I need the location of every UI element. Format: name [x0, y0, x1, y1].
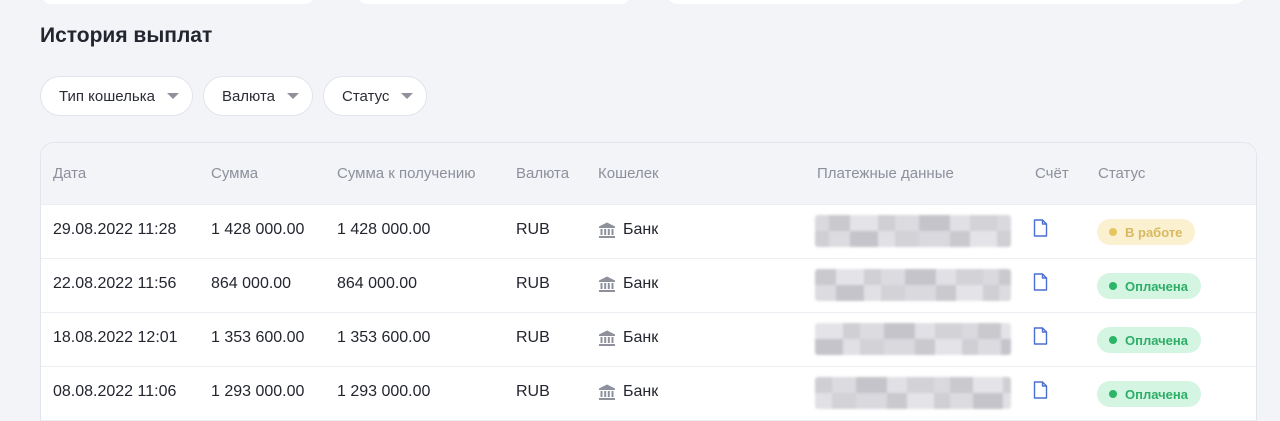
cell-date: 18.08.2022 12:01: [53, 329, 178, 346]
table-row[interactable]: 29.08.2022 11:28 1 428 000.00 1 428 000.00…: [41, 205, 1256, 259]
status-dot-icon: [1109, 228, 1117, 236]
document-icon[interactable]: [1033, 381, 1048, 399]
cell-date: 22.08.2022 11:56: [53, 275, 177, 292]
column-header-currency[interactable]: Валюта: [516, 165, 569, 182]
cell-amount: 1 353 600.00: [211, 329, 305, 346]
filter-wallet-type[interactable]: Тип кошелька: [40, 76, 193, 116]
cell-amount-received: 1 293 000.00: [337, 383, 431, 400]
cell-amount: 1 428 000.00: [211, 221, 305, 238]
page-title: История выплат: [40, 24, 213, 47]
bank-icon: [599, 276, 615, 292]
table-row[interactable]: 08.08.2022 11:06 1 293 000.00 1 293 000.00…: [41, 367, 1256, 421]
cell-currency: RUB: [516, 221, 550, 238]
top-cards-strip: [0, 0, 1280, 8]
caret-down-icon: [166, 93, 179, 99]
column-header-payment-data[interactable]: Платежные данные: [817, 165, 954, 182]
caret-down-icon: [287, 93, 300, 99]
cell-date: 08.08.2022 11:06: [53, 383, 177, 400]
payouts-table: Дата Сумма Сумма к получению Валюта Коше…: [40, 142, 1257, 421]
cell-wallet: Банк: [598, 221, 658, 239]
wallet-label: Банк: [623, 221, 659, 238]
caret-down-icon: [401, 93, 414, 99]
document-icon[interactable]: [1033, 219, 1048, 237]
status-label: Оплачена: [1125, 332, 1188, 348]
wallet-label: Банк: [623, 383, 659, 400]
cell-amount: 864 000.00: [211, 275, 292, 292]
status-label: Оплачена: [1125, 386, 1188, 402]
filter-label: Тип кошелька: [59, 87, 155, 105]
filter-label: Статус: [342, 87, 390, 105]
status-dot-icon: [1109, 282, 1117, 290]
filter-status[interactable]: Статус: [323, 76, 428, 116]
table-row[interactable]: 22.08.2022 11:56 864 000.00 864 000.00 RUB Б…: [41, 259, 1256, 313]
document-icon[interactable]: [1033, 327, 1048, 345]
payment-data-redacted: [815, 269, 1011, 301]
column-header-status[interactable]: Статус: [1098, 165, 1145, 182]
filter-label: Валюта: [221, 87, 276, 105]
cell-wallet: Банк: [598, 383, 658, 401]
cell-wallet: Банк: [598, 275, 658, 293]
table-header: Дата Сумма Сумма к получению Валюта Коше…: [41, 143, 1256, 205]
status-badge: Оплачена: [1097, 273, 1201, 299]
bank-icon: [599, 222, 615, 238]
status-dot-icon: [1109, 390, 1117, 398]
cell-amount-received: 1 428 000.00: [337, 221, 431, 238]
payment-data-redacted: [815, 323, 1011, 355]
cell-currency: RUB: [516, 329, 550, 346]
filter-bar: Тип кошелька Валюта Статус: [40, 76, 428, 116]
filter-currency[interactable]: Валюта: [202, 76, 314, 116]
bank-icon: [599, 384, 615, 400]
column-header-invoice[interactable]: Счёт: [1035, 165, 1069, 182]
column-header-wallet[interactable]: Кошелек: [598, 165, 659, 182]
cell-amount-received: 864 000.00: [337, 275, 418, 292]
status-label: Оплачена: [1125, 278, 1188, 294]
payment-data-redacted: [815, 215, 1011, 247]
cell-date: 29.08.2022 11:28: [53, 221, 177, 238]
wallet-label: Банк: [623, 329, 659, 346]
cell-amount: 1 293 000.00: [211, 383, 305, 400]
status-dot-icon: [1109, 336, 1117, 344]
status-badge: Оплачена: [1097, 327, 1201, 353]
table-row[interactable]: 18.08.2022 12:01 1 353 600.00 1 353 600.00…: [41, 313, 1256, 367]
payment-data-redacted: [815, 377, 1011, 409]
bank-icon: [599, 330, 615, 346]
column-header-amount-received[interactable]: Сумма к получению: [337, 165, 476, 182]
cell-currency: RUB: [516, 383, 550, 400]
column-header-date[interactable]: Дата: [53, 165, 86, 182]
column-header-amount[interactable]: Сумма: [211, 165, 258, 182]
cell-currency: RUB: [516, 275, 550, 292]
status-label: В работе: [1125, 224, 1183, 240]
status-badge: В работе: [1097, 219, 1196, 245]
cell-wallet: Банк: [598, 329, 658, 347]
document-icon[interactable]: [1033, 273, 1048, 291]
cell-amount-received: 1 353 600.00: [337, 329, 431, 346]
wallet-label: Банк: [623, 275, 659, 292]
status-badge: Оплачена: [1097, 381, 1201, 407]
